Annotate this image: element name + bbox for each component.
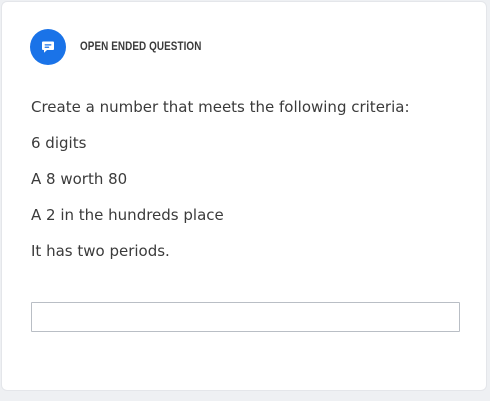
question-header: OPEN ENDED QUESTION (30, 29, 221, 65)
criteria-item: 6 digits (31, 134, 87, 152)
question-type-badge (30, 29, 66, 65)
question-text: Create a number that meets the following… (31, 96, 466, 276)
question-type-label: OPEN ENDED QUESTION (80, 41, 202, 53)
question-prompt: Create a number that meets the following… (31, 98, 410, 116)
question-card: OPEN ENDED QUESTION Create a number that… (1, 1, 487, 391)
criteria-item: A 8 worth 80 (31, 170, 128, 188)
criteria-item: A 2 in the hundreds place (31, 206, 224, 224)
comment-icon (42, 41, 54, 53)
criteria-item: It has two periods. (31, 242, 170, 260)
answer-input[interactable] (31, 302, 460, 332)
